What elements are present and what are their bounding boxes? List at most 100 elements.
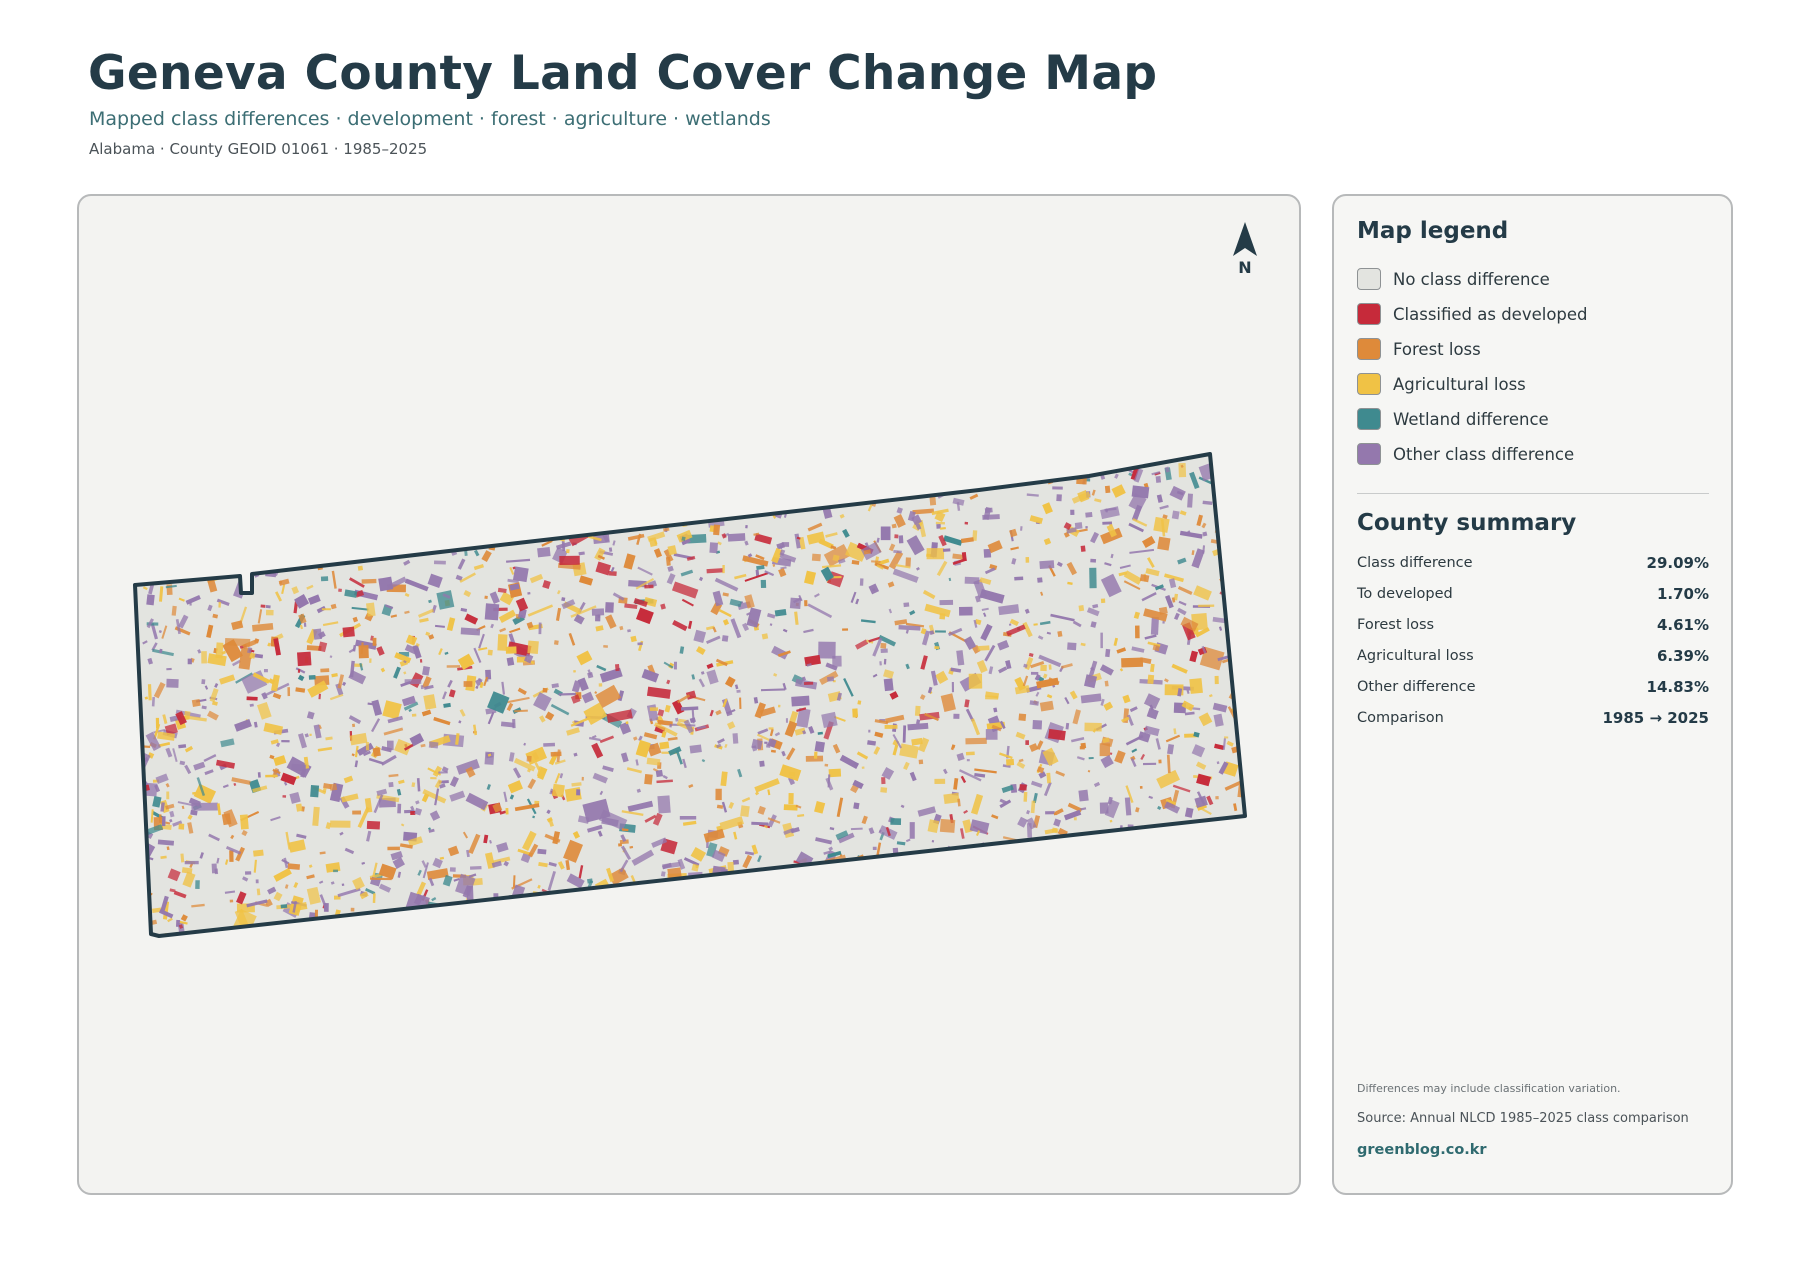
- change-patch: [266, 538, 280, 547]
- legend-swatch: [1357, 338, 1381, 360]
- change-patch: [721, 460, 730, 466]
- change-patch: [1082, 875, 1088, 880]
- change-patch: [1231, 547, 1237, 555]
- change-patch: [223, 454, 240, 460]
- change-patch: [1239, 854, 1244, 861]
- change-patch: [524, 509, 536, 523]
- change-patch: [518, 516, 534, 533]
- change-patch: [1097, 853, 1110, 861]
- change-patch: [379, 504, 392, 522]
- change-patch: [1121, 855, 1136, 869]
- summary-value: 14.83%: [1646, 678, 1709, 696]
- change-patch: [1088, 756, 1094, 760]
- change-patch: [984, 863, 992, 874]
- change-patch: [744, 480, 753, 489]
- change-patch: [1051, 923, 1060, 934]
- change-patch: [1248, 911, 1263, 916]
- change-patch: [1207, 855, 1217, 865]
- change-patch: [272, 519, 279, 525]
- change-patch: [282, 795, 287, 798]
- change-patch: [155, 501, 164, 512]
- change-patch: [789, 771, 796, 777]
- change-patch: [958, 859, 977, 875]
- change-patch: [1091, 910, 1101, 925]
- change-patch: [421, 914, 430, 921]
- change-patch: [1068, 465, 1079, 471]
- change-patch: [916, 870, 927, 880]
- change-patch: [397, 502, 411, 512]
- change-patch: [891, 875, 898, 880]
- summary-row: Class difference 29.09%: [1357, 553, 1709, 573]
- change-patch: [1163, 912, 1168, 919]
- change-patch: [657, 485, 666, 492]
- change-patch: [944, 467, 967, 485]
- change-patch: [494, 495, 507, 509]
- change-patch: [1066, 874, 1069, 879]
- change-patch: [292, 539, 306, 547]
- change-patch: [824, 763, 829, 767]
- change-patch: [848, 884, 854, 892]
- change-patch: [411, 713, 417, 717]
- change-patch: [587, 503, 609, 514]
- change-patch: [820, 884, 834, 889]
- change-patch: [175, 514, 183, 525]
- change-patch: [259, 554, 265, 559]
- change-patch: [1222, 454, 1227, 457]
- change-patch: [890, 462, 894, 466]
- change-patch: [482, 932, 489, 936]
- change-patch: [257, 772, 261, 778]
- change-patch: [635, 511, 656, 523]
- change-patch: [963, 848, 976, 858]
- change-patch: [861, 766, 865, 769]
- change-patch: [200, 512, 208, 522]
- change-patch: [964, 521, 969, 525]
- change-patch: [625, 498, 647, 512]
- change-patch: [939, 916, 944, 920]
- change-patch: [1174, 891, 1178, 895]
- county-map[interactable]: [79, 196, 1301, 1195]
- change-patch: [1045, 811, 1055, 815]
- map-panel[interactable]: [77, 194, 1301, 1195]
- change-patch: [842, 913, 850, 922]
- change-patch: [605, 602, 614, 613]
- change-patch: [218, 454, 223, 457]
- change-patch: [287, 687, 291, 697]
- change-patch: [884, 918, 890, 926]
- change-patch: [484, 595, 488, 600]
- change-patch: [727, 533, 746, 542]
- change-patch: [1135, 625, 1140, 639]
- page-meta: Alabama · County GEOID 01061 · 1985–2025: [89, 140, 428, 158]
- change-patch: [1127, 844, 1136, 850]
- change-patch: [820, 467, 838, 477]
- change-patch: [146, 594, 155, 606]
- change-patch: [374, 529, 378, 533]
- change-patch: [166, 678, 179, 688]
- change-patch: [479, 468, 491, 481]
- change-patch: [1047, 843, 1054, 856]
- change-patch: [247, 555, 254, 566]
- change-patch: [475, 922, 481, 926]
- change-patch: [1147, 933, 1154, 936]
- change-patch: [323, 927, 336, 936]
- change-patch: [966, 759, 970, 762]
- summary-label: Forest loss: [1357, 617, 1435, 633]
- change-patch: [1236, 619, 1245, 625]
- change-patch: [265, 774, 278, 778]
- change-patch: [942, 482, 948, 488]
- change-patch: [608, 547, 613, 552]
- change-patch: [365, 917, 373, 933]
- change-patch: [631, 463, 640, 470]
- change-patch: [506, 494, 510, 502]
- summary-value: 6.39%: [1656, 647, 1709, 665]
- change-patch: [918, 759, 924, 765]
- summary-label: To developed: [1357, 586, 1453, 602]
- change-patch: [1014, 841, 1027, 862]
- brand-link[interactable]: greenblog.co.kr: [1357, 1142, 1487, 1158]
- change-patch: [747, 490, 766, 508]
- change-patch: [388, 782, 394, 788]
- change-patch: [1171, 510, 1180, 520]
- change-patch: [297, 651, 312, 667]
- change-patch: [1168, 844, 1178, 853]
- change-patch: [249, 554, 259, 559]
- change-patch: [269, 495, 274, 499]
